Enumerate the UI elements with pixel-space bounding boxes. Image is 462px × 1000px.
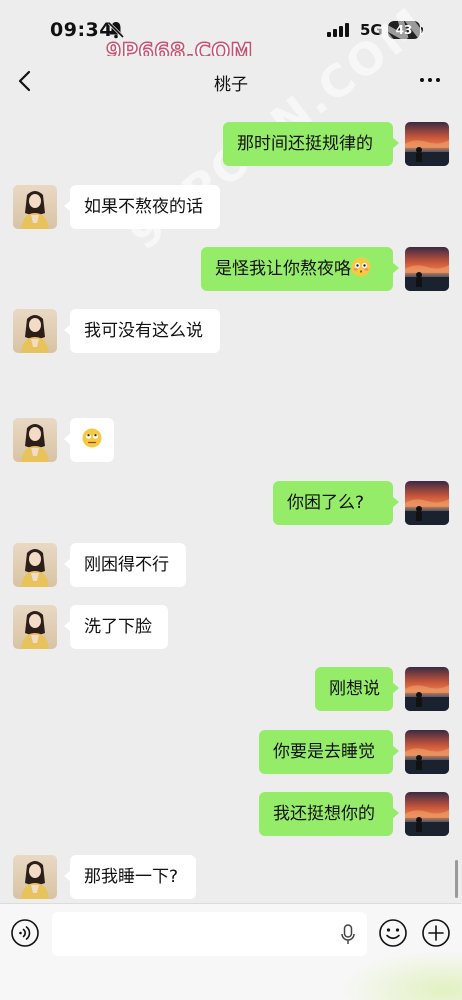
message-row: 那时间还挺规律的 <box>0 122 462 166</box>
message-bubble[interactable]: 刚困得不行 <box>64 543 186 587</box>
contact-avatar[interactable] <box>13 185 57 229</box>
emoji-icon[interactable] <box>378 918 408 948</box>
voice-input-icon[interactable] <box>10 918 40 948</box>
bell-muted-icon <box>108 21 124 39</box>
chat-title: 桃子 <box>214 75 248 95</box>
contact-avatar[interactable] <box>13 309 57 353</box>
message-text: 我还挺想你的 <box>273 804 375 824</box>
microphone-icon[interactable] <box>340 924 356 946</box>
message-input[interactable] <box>52 912 367 956</box>
message-row: 你要是去睡觉 <box>0 730 462 774</box>
contact-avatar[interactable] <box>13 605 57 649</box>
message-bubble[interactable] <box>64 418 114 462</box>
nav-bar: 桃子 <box>0 56 462 106</box>
message-text: 我可没有这么说 <box>84 321 203 341</box>
message-bubble[interactable]: 刚想说 <box>315 667 399 711</box>
message-row: 那我睡一下? <box>0 855 462 899</box>
network-label: 5G <box>360 21 383 39</box>
message-text: 是怪我让你熬夜咯 <box>215 259 351 279</box>
signal-icon <box>327 23 349 37</box>
battery-nub <box>421 27 423 33</box>
more-options-icon[interactable] <box>420 78 442 84</box>
message-bubble[interactable]: 你要是去睡觉 <box>259 730 399 774</box>
message-row: 你困了么? <box>0 481 462 525</box>
contact-avatar[interactable] <box>13 855 57 899</box>
status-time: 09:34 <box>50 19 113 41</box>
input-bar <box>0 903 462 1000</box>
message-text: 那我睡一下? <box>84 867 179 887</box>
message-row: 我可没有这么说 <box>0 309 462 353</box>
message-bubble[interactable]: 你困了么? <box>273 481 399 525</box>
message-row: 是怪我让你熬夜咯 <box>0 247 462 291</box>
contact-avatar[interactable] <box>13 543 57 587</box>
message-text: 刚困得不行 <box>84 555 169 575</box>
contact-avatar[interactable] <box>13 418 57 462</box>
message-text: 如果不熬夜的话 <box>84 197 203 217</box>
scrollbar[interactable] <box>455 860 458 898</box>
rolling-eyes-face-emoji-icon <box>82 428 102 450</box>
message-text: 那时间还挺规律的 <box>237 134 373 154</box>
my-avatar[interactable] <box>405 792 449 836</box>
message-bubble[interactable]: 我还挺想你的 <box>259 792 399 836</box>
message-row: 如果不熬夜的话 <box>0 185 462 229</box>
message-row: 我还挺想你的 <box>0 792 462 836</box>
my-avatar[interactable] <box>405 730 449 774</box>
my-avatar[interactable] <box>405 667 449 711</box>
my-avatar[interactable] <box>405 122 449 166</box>
flushed-face-emoji-icon <box>351 257 371 279</box>
message-row: 刚想说 <box>0 667 462 711</box>
battery-indicator: 43 <box>388 21 420 39</box>
my-avatar[interactable] <box>405 481 449 525</box>
message-bubble[interactable]: 我可没有这么说 <box>64 309 220 353</box>
message-row: 洗了下脸 <box>0 605 462 649</box>
message-bubble[interactable]: 那我睡一下? <box>64 855 196 899</box>
message-row <box>0 418 462 462</box>
message-text: 你要是去睡觉 <box>273 742 375 762</box>
message-text: 你困了么? <box>287 493 365 513</box>
message-bubble[interactable]: 是怪我让你熬夜咯 <box>201 247 399 291</box>
message-bubble[interactable]: 那时间还挺规律的 <box>223 122 399 166</box>
message-row: 刚困得不行 <box>0 543 462 587</box>
my-avatar[interactable] <box>405 247 449 291</box>
status-bar: 09:34 9P668.COM 5G 43 <box>0 0 462 66</box>
message-text: 洗了下脸 <box>84 617 152 637</box>
plus-icon[interactable] <box>421 918 451 948</box>
message-text: 刚想说 <box>329 679 380 699</box>
message-bubble[interactable]: 如果不熬夜的话 <box>64 185 220 229</box>
message-bubble[interactable]: 洗了下脸 <box>64 605 168 649</box>
